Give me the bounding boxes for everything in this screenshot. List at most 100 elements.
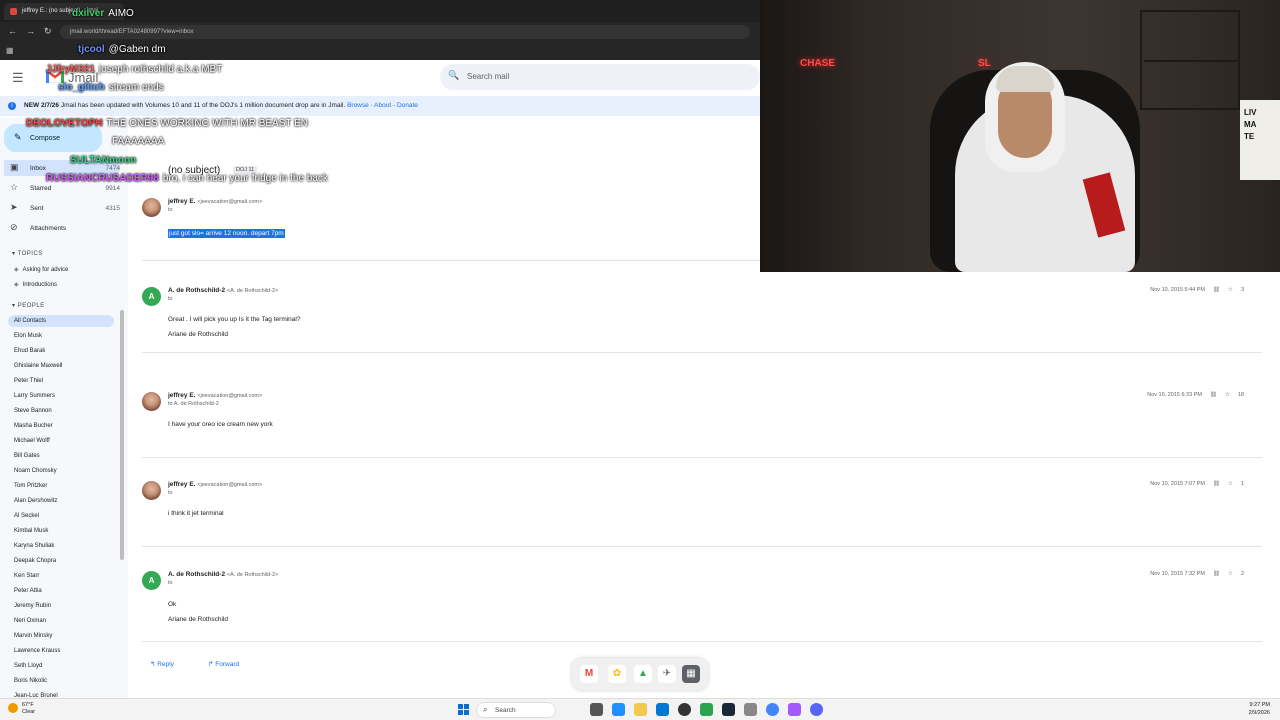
- jmail-logo[interactable]: Jmail: [46, 66, 108, 88]
- sidebar-item-starred[interactable]: ☆ Starred 9914: [4, 180, 120, 196]
- topic-item[interactable]: ◈ Asking for advice: [14, 266, 68, 273]
- windows-start-icon[interactable]: [458, 704, 469, 715]
- reply-label: Reply: [157, 661, 174, 668]
- address-bar[interactable]: jmail.world/thread/EFTA02480997?view=inb…: [60, 25, 750, 39]
- contact-item[interactable]: Boris Nikolic: [14, 678, 47, 684]
- contact-item[interactable]: Elon Musk: [14, 333, 42, 339]
- windows-taskbar: 67°F Clear ⌕ Search 9:27 PM 2/9/2026: [0, 698, 1280, 720]
- contact-item[interactable]: Ehud Barak: [14, 348, 45, 354]
- star-count: 2: [1240, 571, 1244, 577]
- contact-item[interactable]: Al Seckel: [14, 513, 39, 519]
- link-icon[interactable]: ⛓: [1213, 481, 1220, 487]
- gmail-app-icon[interactable]: M: [580, 665, 598, 683]
- file-explorer-icon[interactable]: [634, 703, 647, 716]
- forward-icon[interactable]: →: [26, 26, 35, 36]
- contact-item[interactable]: Ken Starr: [14, 573, 39, 579]
- inbox-icon: ▣: [10, 162, 19, 172]
- contact-item[interactable]: Tom Pritzker: [14, 483, 47, 489]
- topics-header[interactable]: ▾ TOPICS: [12, 250, 43, 257]
- message-meta: Nov 10, 2015 7:32 PM ⛓ ☆ 2: [1150, 571, 1244, 577]
- donate-link[interactable]: Donate: [397, 102, 418, 109]
- contact-item[interactable]: Alan Dershowitz: [14, 498, 57, 504]
- app-grid-icon[interactable]: ▦: [682, 665, 700, 683]
- sender-line: A. de Rothschild-2 <A. de Rothschild-2>: [168, 571, 278, 578]
- contact-item[interactable]: Seth Lloyd: [14, 663, 42, 669]
- star-icon[interactable]: ☆: [1228, 287, 1233, 293]
- banner-text: Jmail has been updated with Volumes 10 a…: [60, 102, 346, 109]
- menu-icon[interactable]: ☰: [12, 70, 24, 86]
- contact-item[interactable]: Masha Bucher: [14, 423, 53, 429]
- contact-item[interactable]: Neri Oxman: [14, 618, 46, 624]
- star-icon[interactable]: ☆: [1228, 481, 1233, 487]
- contact-item[interactable]: Peter Attia: [14, 588, 42, 594]
- star-count: 18: [1237, 392, 1244, 398]
- people-header[interactable]: ▾ PEOPLE: [12, 302, 45, 309]
- sender-name: A. de Rothschild-2: [168, 287, 226, 294]
- people-header-label: PEOPLE: [17, 303, 45, 309]
- sidebar-scrollbar[interactable]: [120, 310, 124, 560]
- recipient-line: to A. de Rothschild-2: [168, 401, 219, 407]
- compose-button[interactable]: ✎ Compose: [4, 124, 102, 152]
- message-meta: Nov 10, 2015 5:44 PM ⛓ ☆ 3: [1150, 287, 1244, 293]
- drive-app-icon[interactable]: ▲: [634, 665, 652, 683]
- snipping-tool-icon[interactable]: [744, 703, 757, 716]
- link-icon[interactable]: ⛓: [1210, 392, 1217, 398]
- photos-app-icon[interactable]: ✿: [608, 665, 626, 683]
- contact-item[interactable]: Ghislaine Maxwell: [14, 363, 62, 369]
- sidebar-item-attachments[interactable]: ⊘ Attachments: [4, 220, 120, 236]
- back-arrow-icon[interactable]: ←: [146, 135, 155, 145]
- discord-icon[interactable]: [810, 703, 823, 716]
- reload-icon[interactable]: ↻: [44, 26, 52, 37]
- link-icon[interactable]: ⛓: [1213, 571, 1220, 577]
- about-link[interactable]: About: [374, 102, 391, 109]
- spotify-icon[interactable]: [700, 703, 713, 716]
- sender-name: jeffrey E.: [168, 392, 196, 399]
- sidebar-item-sent[interactable]: ➤ Sent 4315: [4, 200, 120, 216]
- edge-icon[interactable]: [612, 703, 625, 716]
- contact-item[interactable]: Peter Thiel: [14, 378, 43, 384]
- star-icon[interactable]: ☆: [1225, 392, 1230, 398]
- task-view-icon[interactable]: [590, 703, 603, 716]
- browse-link[interactable]: Browse: [347, 102, 369, 109]
- store-icon[interactable]: [656, 703, 669, 716]
- app-dock: M ✿ ▲ ✈ ▦: [572, 658, 708, 690]
- sidebar: ✎ Compose ▣ Inbox 7474 ☆ Starred 9914 ➤ …: [0, 118, 128, 699]
- obs-icon[interactable]: [678, 703, 691, 716]
- contact-item[interactable]: Kimbal Musk: [14, 528, 48, 534]
- contact-item[interactable]: Larry Summers: [14, 393, 55, 399]
- reply-button[interactable]: ↰ Reply: [150, 660, 174, 676]
- flights-app-icon[interactable]: ✈: [658, 665, 676, 683]
- contact-item[interactable]: Noam Chomsky: [14, 468, 57, 474]
- forward-button[interactable]: ↱ Forward: [208, 660, 239, 676]
- contact-item[interactable]: Deepak Chopra: [14, 558, 56, 564]
- system-clock[interactable]: 9:27 PM 2/9/2026: [1249, 701, 1270, 717]
- taskbar-search[interactable]: ⌕ Search: [476, 702, 556, 718]
- browser-tab[interactable]: jeffrey E.: (no subject) - Jmai...: [4, 3, 124, 20]
- topic-item[interactable]: ◈ Introductions: [14, 281, 57, 288]
- chrome-icon[interactable]: [766, 703, 779, 716]
- contact-item[interactable]: Marvin Minsky: [14, 633, 52, 639]
- back-icon[interactable]: ←: [8, 26, 17, 36]
- contact-item[interactable]: Michael Wolff: [14, 438, 50, 444]
- link-icon[interactable]: ⛓: [1213, 287, 1220, 293]
- contact-item[interactable]: Bill Gates: [14, 453, 40, 459]
- star-icon[interactable]: ☆: [1228, 571, 1233, 577]
- contact-item[interactable]: Lawrence Krauss: [14, 648, 60, 654]
- app-icon[interactable]: [788, 703, 801, 716]
- contact-item[interactable]: Jeremy Rubin: [14, 603, 51, 609]
- search-input[interactable]: 🔍 Search mail: [440, 64, 760, 90]
- sender-email: <A. de Rothschild-2>: [226, 572, 279, 578]
- apps-grid-icon[interactable]: ▦: [6, 46, 14, 55]
- contact-item[interactable]: All Contacts: [14, 318, 46, 324]
- send-icon: ➤: [10, 202, 18, 212]
- clock-time: 9:27 PM: [1249, 702, 1270, 708]
- jmail-m-icon: [46, 69, 64, 83]
- sender-line: jeffrey E. <jeevacation@gmail.com>: [168, 481, 262, 488]
- contact-item[interactable]: Steve Bannon: [14, 408, 52, 414]
- message-body: Great . I will pick you up Is it the Tag…: [168, 316, 301, 323]
- sidebar-item-inbox[interactable]: ▣ Inbox 7474: [4, 160, 120, 176]
- steam-icon[interactable]: [722, 703, 735, 716]
- tag-icon: ◈: [14, 282, 19, 288]
- message-date: Nov 10, 2015 5:44 PM: [1150, 287, 1206, 293]
- contact-item[interactable]: Karyna Shuliak: [14, 543, 54, 549]
